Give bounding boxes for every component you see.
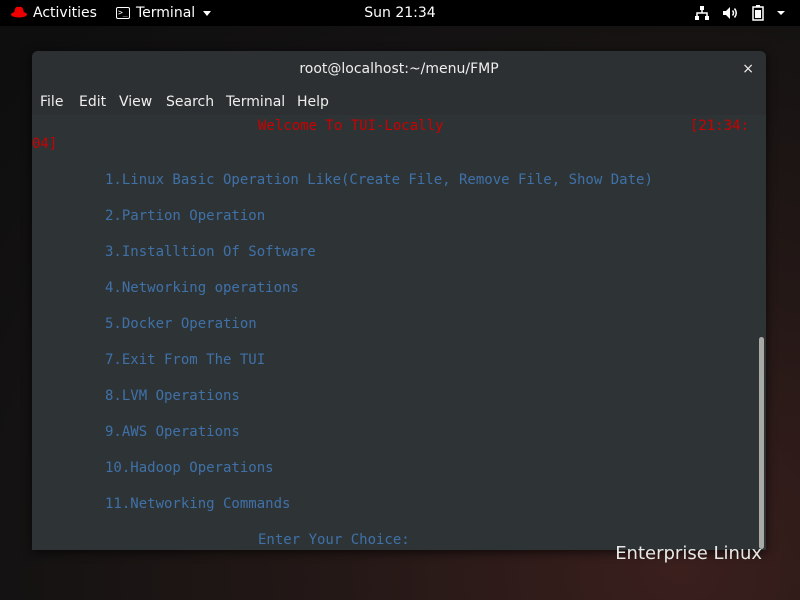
menu-option: 5.Docker Operation <box>105 316 257 332</box>
menu-search[interactable]: Search <box>166 87 214 117</box>
top-bar: Activities >_ Terminal Sun 21:34 <box>0 0 800 26</box>
title-bar[interactable]: root@localhost:~/menu/FMP × <box>32 51 766 87</box>
menu-view[interactable]: View <box>119 87 152 117</box>
volume-icon <box>723 7 737 19</box>
menu-option: 10.Hadoop Operations <box>105 460 274 476</box>
close-icon[interactable]: × <box>742 51 754 87</box>
terminal-scrollbar[interactable] <box>759 337 764 549</box>
menu-help[interactable]: Help <box>297 87 329 117</box>
network-icon <box>695 6 709 20</box>
menu-option: 7.Exit From The TUI <box>105 352 266 368</box>
menu-option: 3.Installtion Of Software <box>105 244 316 260</box>
menu-option: 2.Partion Operation <box>105 208 266 224</box>
menu-file[interactable]: File <box>40 87 63 117</box>
terminal-output[interactable]: Welcome To TUI-Locally [21:34: 04] 1.Lin… <box>32 115 766 550</box>
menu-option: 1.Linux Basic Operation Like(Create File… <box>105 172 653 188</box>
menu-bar: File Edit View Search Terminal Help <box>32 87 766 116</box>
timestamp-part2: 04] <box>32 136 58 152</box>
window-title: root@localhost:~/menu/FMP <box>299 61 499 77</box>
system-tray[interactable] <box>694 0 786 26</box>
menu-option: 8.LVM Operations <box>105 388 240 404</box>
choice-prompt: Enter Your Choice: <box>258 532 410 548</box>
desktop-watermark: Enterprise Linux <box>615 543 762 564</box>
menu-terminal[interactable]: Terminal <box>226 87 285 117</box>
clock[interactable]: Sun 21:34 <box>0 0 800 26</box>
battery-icon <box>752 5 764 21</box>
menu-option: 11.Networking Commands <box>105 496 291 512</box>
menu-option: 4.Networking operations <box>105 280 299 296</box>
terminal-window: root@localhost:~/menu/FMP × File Edit Vi… <box>32 51 766 550</box>
power-menu-icon <box>777 11 785 15</box>
timestamp-part1: [21:34: <box>690 118 750 134</box>
menu-edit[interactable]: Edit <box>79 87 106 117</box>
menu-option: 9.AWS Operations <box>105 424 240 440</box>
welcome-text: Welcome To TUI-Locally <box>258 118 444 134</box>
